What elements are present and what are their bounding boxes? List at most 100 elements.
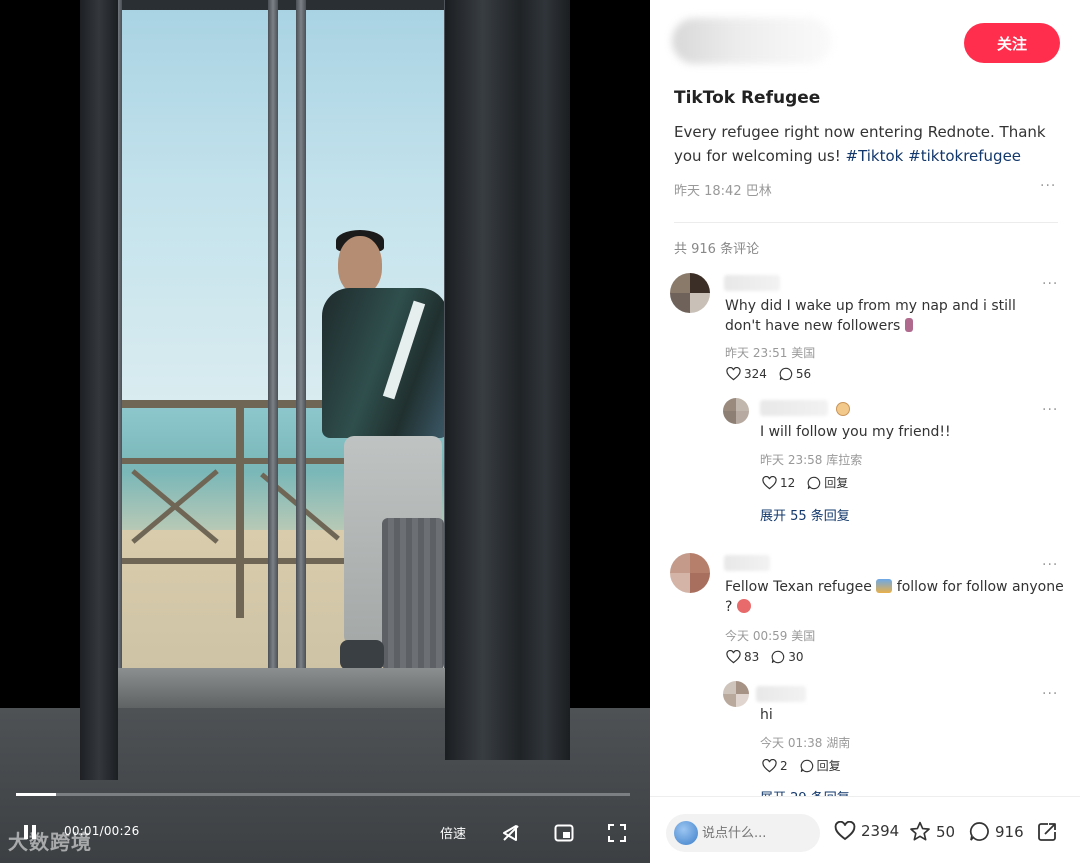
reply-reply-label: 回复: [824, 476, 849, 490]
comment-icon: [771, 650, 785, 664]
heart-icon: [726, 367, 741, 381]
follow-button[interactable]: 关注: [964, 23, 1060, 63]
speed-button[interactable]: 倍速: [440, 823, 466, 842]
reply-like-count: 12: [780, 475, 796, 490]
video-railing: [116, 400, 356, 618]
reply-date-location: 昨天 23:58 库拉索: [760, 453, 863, 467]
comment-button[interactable]: 916: [969, 821, 1024, 842]
video-door-frame-mid2: [296, 0, 306, 700]
comment-actions: 83 30: [726, 650, 804, 664]
video-person-jacket: [322, 288, 448, 438]
more-icon[interactable]: ···: [1040, 178, 1056, 194]
avatar: [674, 821, 698, 845]
pip-icon[interactable]: [553, 822, 575, 844]
engagement-bar: 2394 50 916: [650, 796, 1080, 863]
comment-reply-count: 56: [795, 367, 812, 381]
author-info-blurred[interactable]: [672, 18, 832, 64]
post-body: Every refugee right now entering Rednote…: [674, 120, 1064, 168]
video-progress-fill: [16, 793, 56, 796]
comment-total: 916: [995, 822, 1024, 841]
video-door-sill: [116, 668, 451, 708]
heart-icon: [762, 758, 777, 772]
commenter-name-blurred[interactable]: [756, 686, 806, 702]
comment-like-count: 324: [744, 367, 767, 381]
reply-reply-button[interactable]: 回复: [807, 474, 848, 491]
video-person-head: [338, 236, 382, 294]
comment-more-icon[interactable]: ···: [1042, 402, 1058, 418]
commenter-name-blurred[interactable]: [724, 555, 770, 571]
comment-reply-button[interactable]: 56: [779, 367, 811, 381]
reply-date-location: 今天 01:38 湖南: [760, 736, 851, 750]
reply-reply-label: 回复: [816, 759, 841, 773]
video-curtain-right: [445, 0, 570, 760]
heart-icon: [834, 821, 856, 841]
reply-actions: 12 回复: [762, 474, 848, 491]
comment-text: Why did I wake up from my nap and i stil…: [725, 296, 1055, 336]
comment-text: Fellow Texan refugee follow for follow a…: [725, 577, 1065, 617]
star-icon: [910, 821, 930, 841]
person-emoji-icon: [904, 318, 913, 332]
expand-replies-link[interactable]: 展开 55 条回复: [760, 505, 850, 524]
video-person-shoe: [340, 640, 384, 670]
video-progress-bar[interactable]: [16, 793, 630, 796]
comment-date-location: 今天 00:59 美国: [725, 629, 816, 643]
heart-icon: [726, 650, 741, 664]
comment-icon: [800, 759, 813, 772]
collect-count: 50: [936, 822, 956, 841]
video-suitcase: [382, 518, 444, 670]
cast-icon[interactable]: [500, 822, 522, 844]
reply-text: hi: [760, 707, 773, 723]
comment-text-content: Why did I wake up from my nap and i stil…: [725, 298, 1016, 334]
avatar[interactable]: [723, 398, 749, 424]
app-root: 大数跨境 00:01/00:26 倍速 关注 TikTok Refugee Ev…: [0, 0, 1080, 863]
reply-actions: 2 回复: [762, 757, 841, 774]
avatar[interactable]: [670, 273, 710, 313]
post-title: TikTok Refugee: [674, 88, 821, 108]
comment-like-button[interactable]: 83: [726, 650, 759, 664]
video-time: 00:01/00:26: [64, 824, 139, 838]
note-detail-panel: 关注 TikTok Refugee Every refugee right no…: [650, 0, 1080, 863]
avatar[interactable]: [723, 681, 749, 707]
hashtag-tiktokrefugee[interactable]: #tiktokrefugee: [908, 147, 1021, 165]
comment-reply-button[interactable]: 30: [771, 650, 804, 664]
commenter-name-blurred[interactable]: [724, 275, 780, 291]
comment-icon: [779, 367, 793, 381]
comment-count: 共 916 条评论: [674, 242, 760, 257]
post-date-location: 昨天 18:42 巴林: [674, 184, 772, 199]
comment-more-icon[interactable]: ···: [1042, 557, 1058, 573]
comment-like-count: 83: [744, 650, 760, 664]
reply-like-button[interactable]: 2: [762, 758, 788, 773]
share-icon[interactable]: [1036, 821, 1058, 843]
comment-reply-count: 30: [788, 650, 804, 664]
comment-icon: [807, 476, 821, 489]
comment-like-button[interactable]: 324: [726, 367, 767, 381]
heart-icon: [762, 475, 777, 489]
lion-emoji-icon: [836, 402, 850, 416]
comment-text-before: Fellow Texan refugee: [725, 579, 872, 595]
like-count: 2394: [861, 822, 900, 840]
commenter-name-blurred[interactable]: [760, 400, 828, 416]
video-duration: 00:26: [103, 824, 140, 838]
reply-text: I will follow you my friend!!: [760, 424, 951, 440]
comment-more-icon[interactable]: ···: [1042, 276, 1058, 292]
emoji-icon: [876, 579, 893, 593]
reply-like-count: 2: [780, 758, 788, 773]
crying-emoji-icon: [736, 599, 751, 613]
reply-reply-button[interactable]: 回复: [800, 757, 841, 774]
fullscreen-icon[interactable]: [606, 822, 628, 844]
reply-like-button[interactable]: 12: [762, 475, 796, 490]
comment-more-icon[interactable]: ···: [1042, 686, 1058, 702]
comment-actions: 324 56: [726, 367, 811, 381]
video-curtain-left: [80, 0, 118, 780]
hashtag-tiktok[interactable]: #Tiktok: [846, 147, 904, 165]
video-player[interactable]: 大数跨境 00:01/00:26 倍速: [0, 0, 650, 863]
collect-button[interactable]: 50: [909, 821, 955, 842]
pause-icon[interactable]: [20, 822, 40, 842]
avatar[interactable]: [670, 553, 710, 593]
video-door-frame-mid: [268, 0, 278, 700]
comment-icon: [969, 822, 989, 841]
comment-date-location: 昨天 23:51 美国: [725, 346, 816, 360]
video-current-time: 00:01: [64, 824, 100, 838]
like-button[interactable]: 2394: [834, 821, 899, 841]
divider: [674, 222, 1058, 223]
